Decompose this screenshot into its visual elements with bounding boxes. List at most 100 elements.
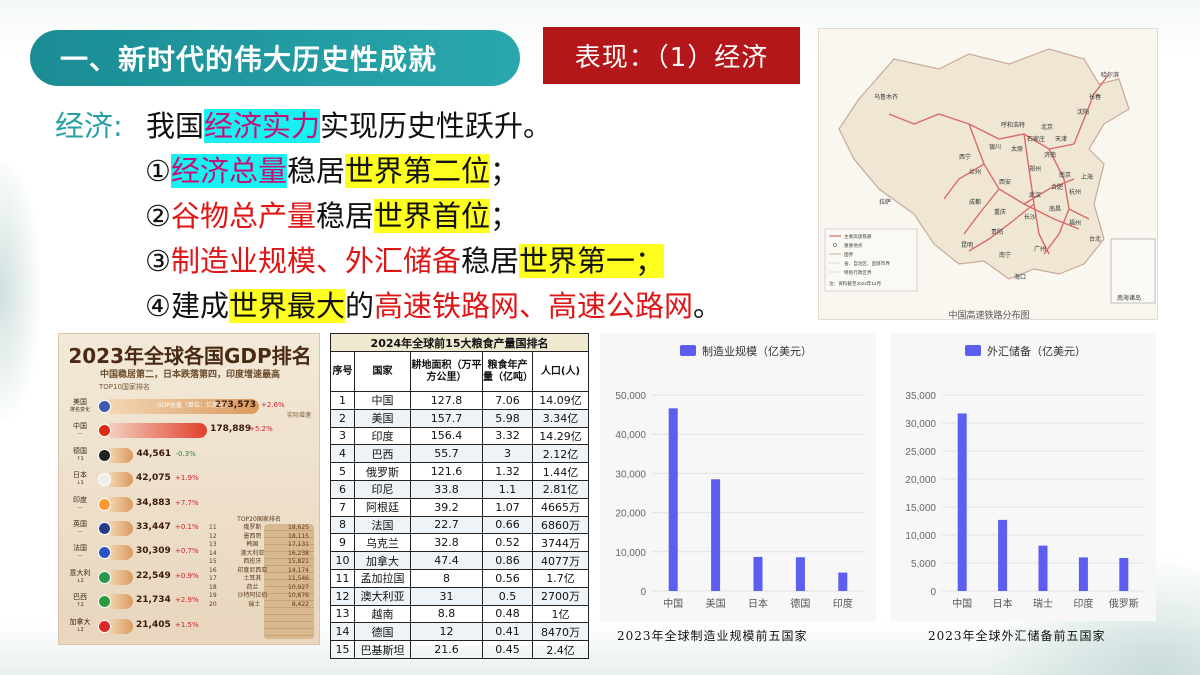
y-tick-label: 15,000 <box>905 503 936 514</box>
gdp-top20-cell: 荷兰 <box>246 583 259 591</box>
x-tick-label: 日本 <box>993 597 1013 610</box>
gdp-top20-cell: 18 <box>209 583 217 591</box>
table-row: 12 澳大利亚 31 0.5 2700万 <box>330 586 590 606</box>
gdp-top20-cell: 16 <box>209 566 217 574</box>
gdp-top20-cell: 14 <box>209 549 217 557</box>
grain-cell: 加拿大 <box>354 551 411 570</box>
table-row: 13 越南 8.8 0.48 1亿 <box>330 604 590 624</box>
gdp-top20-cell: 15,821 <box>288 558 309 565</box>
grain-cell: 10 <box>330 551 355 570</box>
manufacturing-chart: 制造业规模（亿美元） 0 10,000 20,000 30,000 40,000 50,00… <box>600 333 876 621</box>
map-legend-item: 重要地点 <box>844 242 863 249</box>
text-line-3: ②谷物总产量稳居世界首位； <box>145 194 519 239</box>
gdp-country-cell: 法国 -- <box>65 544 95 560</box>
grain-cell: 3744万 <box>531 533 590 553</box>
grain-cell: 22.7 <box>410 515 483 535</box>
grain-cell: 美国 <box>354 408 411 428</box>
gdp-top20-row: 19 沙特阿拉伯 10,676 <box>209 592 309 601</box>
bar <box>753 556 763 591</box>
gdp-top20-cell: 12 <box>209 532 217 540</box>
table-row: 15 巴基斯坦 21.6 0.45 2.4亿 <box>330 640 590 659</box>
gdp-top20-cell: 18,625 <box>288 524 309 531</box>
map-legend-note: 注：资料截至2024年12月 <box>829 280 881 287</box>
gdp-country-cell: 德国 ↑1 <box>65 447 95 463</box>
map-inset-box <box>1110 238 1156 304</box>
flag-icon <box>98 522 111 535</box>
grain-cell: 阿根廷 <box>354 497 411 517</box>
gdp-unit-label: GDP总值（单位：亿美元） <box>157 402 230 409</box>
gdp-growth: +0.7% <box>175 547 199 556</box>
grain-cell: 2.4亿 <box>531 640 590 659</box>
gdp-top10-label: TOP10国家排名 <box>99 383 150 391</box>
grain-cell: 14.29亿 <box>531 426 590 446</box>
highlight-total-economy: 经济总量 <box>171 154 288 188</box>
grain-cell: 47.4 <box>410 551 483 570</box>
grain-cell: 6860万 <box>531 515 590 535</box>
highlight-world-first: 世界第一 <box>519 244 636 278</box>
gdp-top20-cell: 15 <box>209 558 217 565</box>
gdp-country-cell: 中国 -- <box>65 422 95 438</box>
gdp-top20-cell: 10,676 <box>288 592 309 599</box>
gdp-top20-cell: 8,422 <box>291 600 309 608</box>
gdp-top20-row: 13 韩国 17,131 <box>209 541 309 550</box>
x-tick-label: 日本 <box>748 597 768 610</box>
gdp-country-cell: 巴西 ↑2 <box>65 593 95 609</box>
gdp-bar <box>109 423 208 439</box>
grain-cell: 2.81亿 <box>531 479 590 499</box>
gdp-top20-cell: 沙特阿拉伯 <box>237 592 268 599</box>
gdp-top20-cell: 11 <box>209 524 217 531</box>
gdp-row: 中国 -- 178,889 +5.2% <box>65 420 315 440</box>
x-tick-label: 印度 <box>833 597 853 610</box>
grain-cell: 3 <box>330 426 355 446</box>
gdp-rank-change: ↓1 <box>76 480 84 487</box>
map-city: 沈阳 <box>1077 108 1089 116</box>
grain-cell: 8470万 <box>531 622 590 642</box>
map-city: 北京 <box>1041 123 1053 131</box>
gdp-top20-row: 15 西班牙 15,821 <box>209 558 309 567</box>
y-tick-label: 10,000 <box>905 531 936 542</box>
gdp-top20-cell: 17,131 <box>288 541 309 548</box>
gdp-country-cell: 英国 -- <box>65 520 95 536</box>
map-city: 南京 <box>1059 171 1071 179</box>
gdp-top20-cell: 西班牙 <box>243 558 262 565</box>
grain-cell: 5.98 <box>482 408 533 428</box>
gdp-bar <box>109 472 133 488</box>
topic-tag: 表现：（1）经济 <box>543 27 800 84</box>
grain-cell: 德国 <box>354 622 411 642</box>
gdp-bar <box>109 569 133 585</box>
y-tick-label: 5,000 <box>911 559 936 570</box>
map-city: 呼和浩特 <box>1001 121 1025 129</box>
table-row: 8 法国 22.7 0.66 6860万 <box>330 515 590 535</box>
grain-cell: 1.32 <box>482 462 533 481</box>
grain-cell: 4 <box>330 444 355 464</box>
gdp-value: 30,309 <box>136 546 171 557</box>
gdp-value: 22,549 <box>136 570 171 581</box>
gdp-top20-row: 16 印度尼西亚 14,174 <box>209 567 309 576</box>
grain-cell: 1.44亿 <box>531 462 590 481</box>
gdp-country-cell: 印度 -- <box>65 496 95 512</box>
y-tick-label: 35,000 <box>905 391 936 402</box>
gdp-top20-cell: 14,174 <box>288 566 309 574</box>
grain-cell: 0.86 <box>482 551 533 570</box>
text-segment: ③ <box>145 244 171 278</box>
gdp-top20-cell: 13 <box>209 541 217 548</box>
text-line-1: 经济: 我国经济实力实现历史性跃升。 <box>55 104 552 149</box>
y-tick-label: 30,000 <box>615 469 646 480</box>
map-city: 太原 <box>1011 145 1023 153</box>
economy-label: 经济: <box>55 109 123 143</box>
grain-cell: 0.5 <box>482 586 533 606</box>
table-row: 3 印度 156.4 3.32 14.29亿 <box>330 426 590 446</box>
gdp-top20-list: TOP20国家排名 11 俄罗斯 18,625 12 墨西哥 18,115 13 韩国 17,1… <box>209 514 309 609</box>
bar <box>998 519 1008 591</box>
gdp-growth: +0.9% <box>175 571 199 580</box>
gdp-country: 法国 <box>73 544 87 553</box>
legend-label: 外汇储备（亿美元） <box>987 344 1086 358</box>
map-city: 上海 <box>1081 173 1093 181</box>
gdp-value: 21,734 <box>136 595 171 606</box>
bar <box>1038 545 1048 591</box>
gdp-top20-cell: 18,115 <box>288 532 309 540</box>
map-city: 乌鲁木齐 <box>874 93 898 101</box>
grain-cell: 中国 <box>354 391 411 410</box>
legend-swatch <box>680 345 696 356</box>
text-segment: ④建成 <box>145 289 229 323</box>
